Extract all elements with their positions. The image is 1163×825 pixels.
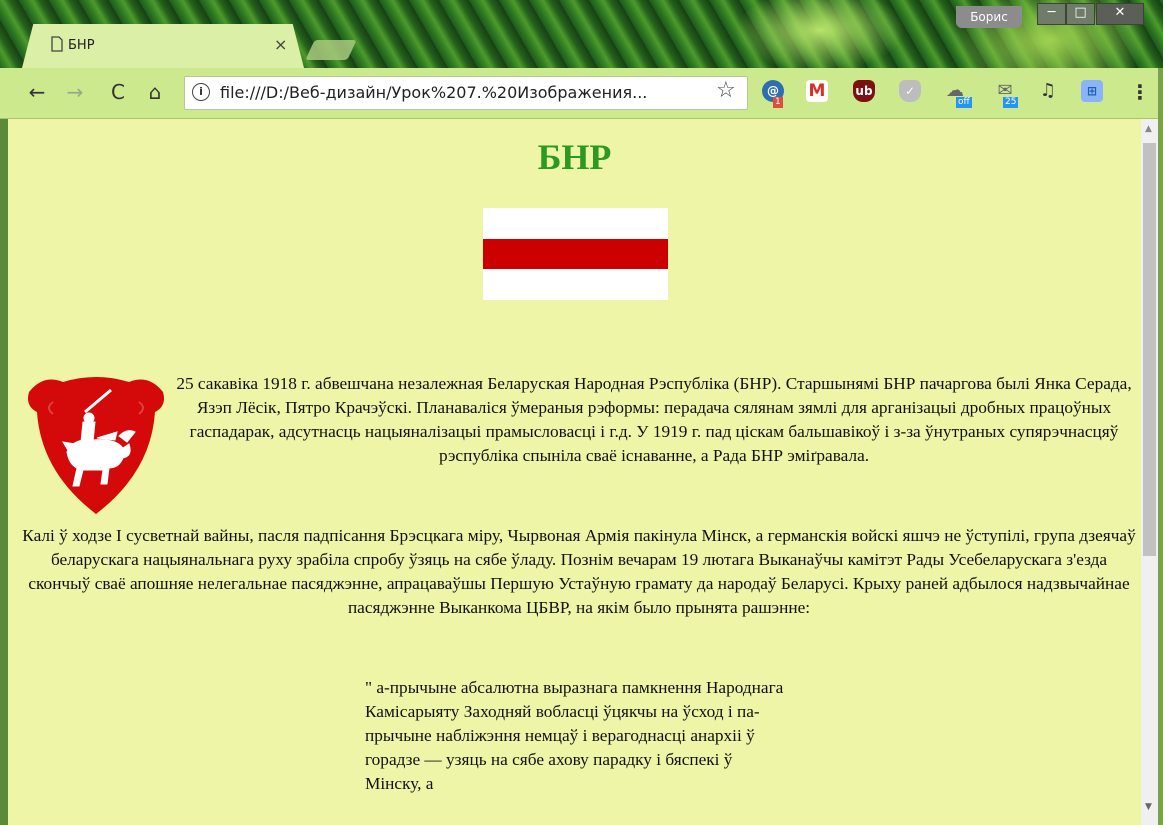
kebab-menu-icon[interactable]: ⋮ <box>1130 80 1150 104</box>
maximize-button[interactable]: □ <box>1066 3 1095 25</box>
off-badge: off <box>956 97 972 108</box>
scrollbar-thumb[interactable] <box>1143 143 1156 556</box>
page-title: БНР <box>537 137 612 177</box>
back-arrow-icon[interactable]: ← <box>24 80 50 104</box>
paragraph-bnr-intro: 25 сакавіка 1918 г. абвешчана незалежная… <box>176 374 1132 465</box>
scroll-down-arrow-icon[interactable]: ▼ <box>1145 802 1152 812</box>
gmail-icon[interactable]: M <box>806 80 828 102</box>
screen-icon[interactable]: ⊞ <box>1081 80 1103 102</box>
notification-badge: 1 <box>773 97 783 108</box>
shield-check-icon[interactable]: ✓ <box>899 80 921 102</box>
white-red-white-flag <box>483 208 668 300</box>
scroll-up-arrow-icon[interactable]: ▲ <box>1145 124 1152 134</box>
window-border <box>1158 68 1163 825</box>
home-icon[interactable]: ⌂ <box>142 80 168 104</box>
quote-block: " а-прычыне абсалютна выразнага памкненн… <box>365 678 784 793</box>
profile-button[interactable]: Борис <box>956 6 1022 28</box>
document-icon <box>51 36 63 52</box>
tab-close-icon[interactable]: × <box>274 35 287 54</box>
ublock-icon[interactable]: ub <box>853 80 875 102</box>
reload-icon[interactable]: C <box>105 80 131 104</box>
forward-arrow-icon[interactable]: → <box>62 80 88 104</box>
paragraph-bnr-history: Калі ў ходзе I сусветнай вайны, пасля па… <box>22 526 1136 617</box>
tab-title: БНР <box>68 38 95 53</box>
count-badge: 25 <box>1003 97 1019 108</box>
close-window-button[interactable]: ✕ <box>1096 3 1144 25</box>
browser-tab[interactable] <box>22 24 304 68</box>
page-viewport: БНР 25 сакавіка 1918 г. абвешчана незале… <box>8 119 1141 825</box>
pahonia-coat-of-arms <box>28 377 164 514</box>
info-icon[interactable]: i <box>192 83 210 101</box>
url-text[interactable]: file:///D:/Веб-дизайн/Урок%207.%20Изобра… <box>220 83 700 102</box>
music-icon[interactable]: ♫ <box>1037 80 1059 102</box>
minimize-button[interactable]: ─ <box>1037 3 1066 25</box>
bookmark-star-icon[interactable]: ☆ <box>716 78 736 103</box>
